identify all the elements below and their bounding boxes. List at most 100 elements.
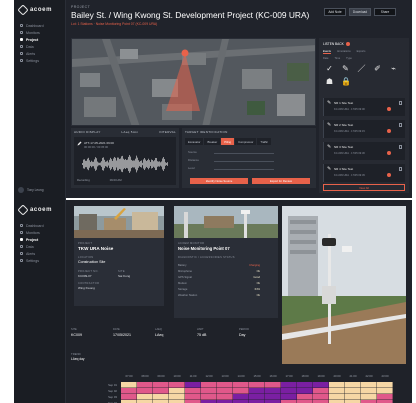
tab-piling[interactable]: Piling — [221, 138, 235, 145]
heatmap-cell[interactable] — [377, 388, 393, 394]
tab-excavator[interactable]: Excavator — [185, 138, 204, 145]
heatmap-cell[interactable] — [249, 388, 265, 394]
stamp-tool-icon[interactable]: ☗ — [325, 77, 334, 86]
heatmap-cell[interactable] — [345, 382, 361, 388]
sidebar-item-alerts[interactable]: Alerts — [14, 250, 66, 257]
heatmap-cell[interactable] — [281, 394, 297, 400]
heatmap-cell[interactable] — [217, 382, 233, 388]
heatmap-cell[interactable] — [249, 382, 265, 388]
list-item[interactable]: ✎ NR 4 Site Test KC-009 URA · 17/05 09:4… — [323, 164, 405, 182]
heatmap-cell[interactable] — [201, 394, 217, 400]
heatmap-cell[interactable] — [281, 388, 297, 394]
brand-logo[interactable]: acoem — [14, 0, 66, 22]
brand-logo[interactable]: acoem — [14, 200, 66, 222]
sidebar-item-monitors[interactable]: Monitors — [14, 229, 66, 236]
trash-icon[interactable] — [399, 101, 402, 105]
monitor-pin-icon[interactable] — [181, 49, 189, 57]
check-tool-icon[interactable]: ✓ — [325, 64, 334, 73]
heatmap-cell[interactable] — [265, 394, 281, 400]
tab-annotations[interactable]: Annotations — [337, 50, 351, 54]
add-note-button[interactable]: Add Note — [324, 8, 346, 16]
heatmap-cell[interactable] — [169, 388, 185, 394]
sidebar-item-monitors[interactable]: Monitors — [14, 29, 66, 36]
heatmap-cell[interactable] — [217, 388, 233, 394]
heatmap-cell[interactable] — [153, 394, 169, 400]
heatmap-cell[interactable] — [313, 388, 329, 394]
heatmap-cell[interactable] — [265, 382, 281, 388]
heatmap-cell[interactable] — [361, 382, 377, 388]
distance-field[interactable] — [214, 161, 274, 162]
view-all-button[interactable]: View All — [323, 184, 405, 191]
heatmap-cell[interactable] — [169, 382, 185, 388]
tab-events[interactable]: Events — [323, 50, 331, 54]
trash-icon[interactable] — [399, 123, 402, 127]
heatmap-cell[interactable] — [153, 382, 169, 388]
trash-icon[interactable] — [399, 167, 402, 171]
sidebar-item-settings[interactable]: Settings — [14, 257, 66, 264]
heatmap-cell[interactable] — [233, 394, 249, 400]
heatmap-cell[interactable] — [265, 388, 281, 394]
heatmap-cell[interactable] — [313, 394, 329, 400]
sidebar-item-project[interactable]: Project — [14, 36, 66, 43]
heatmap-cell[interactable] — [361, 388, 377, 394]
heatmap-cell[interactable] — [297, 388, 313, 394]
heatmap-cell[interactable] — [361, 394, 377, 400]
heatmap-cell[interactable] — [217, 394, 233, 400]
heatmap-cell[interactable] — [121, 394, 137, 400]
lock-icon[interactable]: 🔒 — [341, 77, 351, 86]
heatmap-cell[interactable] — [329, 388, 345, 394]
pencil-tool-icon[interactable]: ✎ — [341, 64, 350, 73]
heatmap-cell[interactable] — [377, 394, 393, 400]
edit-icon[interactable] — [77, 141, 82, 146]
tab-traffic[interactable]: Traffic — [257, 138, 271, 145]
heatmap-cell[interactable] — [121, 382, 137, 388]
heatmap-cell[interactable] — [345, 394, 361, 400]
heatmap-cell[interactable] — [121, 388, 137, 394]
tab-breaker[interactable]: Breaker — [204, 138, 221, 145]
marker-tool-icon[interactable]: ⌁ — [389, 64, 398, 73]
sidebar-item-alerts[interactable]: Alerts — [14, 50, 66, 57]
heatmap-cell[interactable] — [297, 394, 313, 400]
waveform[interactable] — [82, 154, 168, 174]
sidebar-item-dashboard[interactable]: Dashboard — [14, 22, 66, 29]
sidebar-item-data[interactable]: Data — [14, 43, 66, 50]
level-field[interactable] — [214, 169, 274, 170]
sidebar-item-settings[interactable]: Settings — [14, 57, 66, 64]
heatmap-cell[interactable] — [297, 382, 313, 388]
heatmap-cell[interactable] — [137, 382, 153, 388]
heatmap-cell[interactable] — [185, 394, 201, 400]
heatmap-cell[interactable] — [137, 394, 153, 400]
heatmap-cell[interactable] — [345, 388, 361, 394]
identify-source-button[interactable]: Identify Noise Source — [190, 178, 248, 184]
breadcrumb[interactable]: PROJECT — [71, 5, 90, 9]
heatmap-cell[interactable] — [153, 388, 169, 394]
sidebar-item-dashboard[interactable]: Dashboard — [14, 222, 66, 229]
filter-time[interactable]: Time — [334, 57, 340, 60]
project-card[interactable]: PROJECT TKW URA Noise LOCATION Construct… — [74, 206, 164, 306]
stat-period[interactable]: PERIOD Day — [239, 328, 281, 348]
filter-date[interactable]: Date — [323, 57, 328, 60]
heatmap-cell[interactable] — [377, 382, 393, 388]
heatmap-cell[interactable] — [313, 382, 329, 388]
trash-icon[interactable] — [399, 145, 402, 149]
heatmap-cell[interactable] — [185, 388, 201, 394]
heatmap-cell[interactable] — [169, 394, 185, 400]
heatmap-cell[interactable] — [249, 394, 265, 400]
heatmap-grid[interactable]: 07:00 08:00 09:00 10:00 11:00 12:00 13:00 14:00… — [99, 374, 405, 403]
filter-type[interactable]: Type — [346, 57, 352, 60]
heatmap-cell[interactable] — [201, 388, 217, 394]
list-item[interactable]: ✎ NR 1 Site Test KC-009 URA · 17/05 09:0… — [323, 98, 405, 116]
tab-compressor[interactable]: Compressor — [235, 138, 257, 145]
pen-tool-icon[interactable]: ✐ — [373, 64, 382, 73]
monitor-card[interactable]: ACOEM MONITOR Noise Monitoring Point 07 … — [174, 206, 278, 318]
line-tool-icon[interactable]: ／ — [357, 64, 366, 73]
user-profile[interactable]: Tony Leung — [18, 186, 62, 194]
sidebar-item-project[interactable]: Project — [14, 236, 66, 243]
heatmap-cell[interactable] — [281, 382, 297, 388]
heatmap-cell[interactable] — [329, 382, 345, 388]
source-field[interactable] — [214, 153, 274, 154]
heatmap-cell[interactable] — [329, 394, 345, 400]
share-button[interactable]: Share — [374, 8, 396, 16]
satellite-map[interactable] — [71, 38, 316, 126]
heatmap-cell[interactable] — [201, 382, 217, 388]
